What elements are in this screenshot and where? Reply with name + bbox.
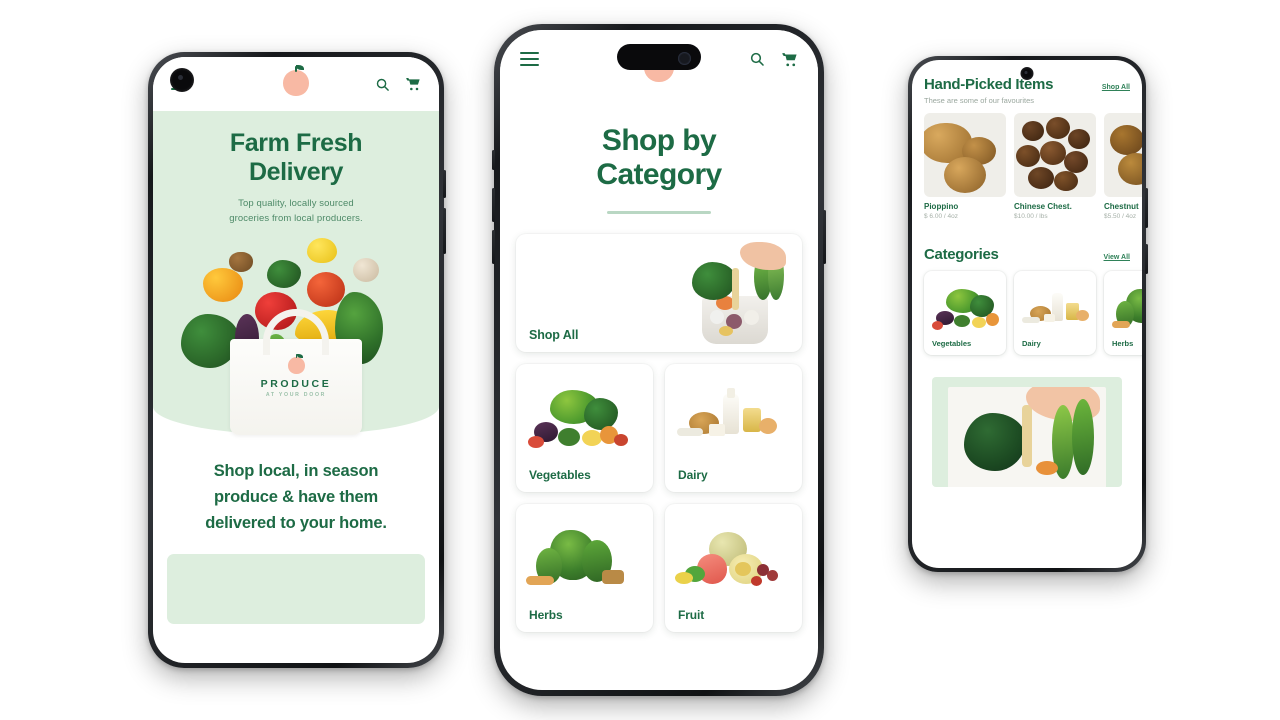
phone-3-bezel: Hand-Picked Items Shop All These are som…	[912, 60, 1142, 568]
peach-icon	[283, 65, 309, 96]
phone-1-power-button[interactable]	[443, 208, 446, 254]
category-card-dairy[interactable]: Dairy	[1014, 271, 1096, 355]
phone-1-bezel: Farm Fresh Delivery Top quality, locally…	[153, 57, 439, 663]
shopping-cart-icon[interactable]	[405, 76, 421, 92]
pomegranate-blob	[307, 272, 345, 308]
phone-1-volume-button[interactable]	[443, 170, 446, 198]
phone-1-hero: Farm Fresh Delivery Top quality, locally…	[153, 111, 439, 436]
category-card-vegetables[interactable]: Vegetables	[516, 364, 653, 493]
product-name: Chinese Chest.	[1014, 202, 1072, 211]
hero-subtitle: Top quality, locally sourced groceries f…	[229, 198, 363, 225]
herbs-thumbnail	[526, 530, 634, 596]
category-card-herbs[interactable]: Herbs	[1104, 271, 1142, 355]
product-price: $10.00 / lbs	[1014, 213, 1048, 220]
phone-3-volume-button[interactable]	[1145, 188, 1148, 228]
section-title: Hand-Picked Items	[924, 76, 1054, 93]
category-label: Herbs	[529, 608, 563, 623]
product-price: $5.50 / 4oz	[1104, 213, 1137, 220]
product-price: $ 6.00 / 4oz	[924, 213, 958, 220]
product-card[interactable]: Pioppino $ 6.00 / 4oz	[924, 113, 1006, 220]
phone-2-bezel: Shop by Category Shop All Vegetables Dai…	[500, 30, 818, 690]
cta-headline: Shop local, in season produce & have the…	[205, 462, 387, 532]
promo-image	[948, 387, 1106, 487]
phone-2-page-title: Shop by Category	[596, 124, 722, 192]
phone-1-appbar-actions	[375, 76, 421, 92]
phone-3-promo-banner[interactable]	[932, 377, 1122, 487]
brand-peach-logo[interactable]	[283, 65, 309, 96]
category-label: Dairy	[1022, 339, 1041, 348]
phone-2-dynamic-island	[617, 44, 701, 70]
product-name: Chestnut	[1104, 202, 1139, 211]
vegetables-thumbnail	[930, 289, 1002, 333]
phone-3-power-button[interactable]	[1145, 244, 1148, 274]
product-card[interactable]: Chestnut $5.50 / 4oz	[1104, 113, 1142, 220]
peach-icon	[287, 353, 305, 375]
hand-picked-subtitle: These are some of our favourites	[924, 96, 1035, 105]
hand-picked-products: Pioppino $ 6.00 / 4oz Chinese Chest. $10…	[924, 113, 1142, 220]
phone-2-power-button[interactable]	[823, 210, 826, 264]
hero-produce-image: PRODUCE AT YOUR DOOR	[167, 230, 425, 436]
phone-1-app-bar	[153, 57, 439, 111]
fruit-thumbnail	[673, 532, 785, 594]
hamburger-menu-icon[interactable]	[520, 52, 539, 66]
category-row-1: Vegetables Dairy	[516, 364, 802, 493]
broccoli-top-blob	[267, 260, 301, 289]
phone-2-volume-up-button[interactable]	[492, 188, 495, 222]
yellow-pepper-blob	[203, 268, 243, 303]
tote-bag: PRODUCE AT YOUR DOOR	[230, 309, 362, 436]
logo-wordmark: PRODUCE	[260, 378, 332, 391]
product-name: Pioppino	[924, 202, 959, 211]
phone-2-volume-down-button[interactable]	[492, 230, 495, 264]
logo-tagline: AT YOUR DOOR	[265, 392, 327, 399]
phone-1-screen: Farm Fresh Delivery Top quality, locally…	[153, 57, 439, 663]
category-label: Vegetables	[529, 468, 591, 483]
phone-3-screen: Hand-Picked Items Shop All These are som…	[912, 60, 1142, 568]
category-label: Shop All	[529, 328, 579, 343]
view-all-link[interactable]: View All	[1104, 254, 1130, 261]
dairy-thumbnail	[675, 388, 785, 454]
phone-1-front-camera	[170, 68, 194, 92]
category-label: Vegetables	[932, 339, 972, 348]
search-icon[interactable]	[749, 51, 765, 67]
phone-1-cta: Shop local, in season produce & have the…	[153, 435, 439, 536]
category-card-herbs[interactable]: Herbs	[516, 504, 653, 633]
herbs-thumbnail	[1112, 289, 1142, 333]
category-label: Dairy	[678, 468, 708, 483]
category-label: Fruit	[678, 608, 705, 623]
mockup-canvas: Farm Fresh Delivery Top quality, locally…	[0, 0, 1280, 720]
product-image	[1014, 113, 1096, 197]
section-title: Categories	[924, 246, 999, 263]
phone-mockup-3: Hand-Picked Items Shop All These are som…	[908, 56, 1148, 572]
product-image	[1104, 113, 1142, 197]
category-row-2: Herbs Fruit	[516, 504, 802, 633]
lemon-blob	[307, 238, 337, 264]
product-card[interactable]: Chinese Chest. $10.00 / lbs	[1014, 113, 1096, 220]
phone-2-appbar-actions	[749, 51, 798, 68]
hero-title: Farm Fresh Delivery	[229, 129, 363, 186]
phone-1-promo-panel[interactable]	[167, 554, 425, 625]
garlic-blob	[353, 258, 379, 283]
dairy-thumbnail	[1022, 293, 1092, 333]
shopping-cart-icon[interactable]	[781, 51, 798, 68]
phone-mockup-1: Farm Fresh Delivery Top quality, locally…	[148, 52, 446, 668]
phone-3-category-cards: Vegetables Dairy Herbs	[924, 271, 1142, 355]
phone-2-mute-switch[interactable]	[492, 150, 495, 170]
basket-thumbnail	[674, 238, 796, 346]
vegetables-thumbnail	[524, 390, 634, 456]
category-card-fruit[interactable]: Fruit	[665, 504, 802, 633]
category-card-dairy[interactable]: Dairy	[665, 364, 802, 493]
phone-3-front-camera	[1020, 67, 1034, 80]
category-card-shop-all[interactable]: Shop All	[516, 234, 802, 353]
phone-2-screen: Shop by Category Shop All Vegetables Dai…	[500, 30, 818, 690]
category-grid: Shop All Vegetables Dairy Herbs Fruit	[500, 214, 818, 633]
shop-all-link[interactable]: Shop All	[1102, 84, 1130, 91]
search-icon[interactable]	[375, 77, 390, 92]
phone-mockup-2: Shop by Category Shop All Vegetables Dai…	[492, 24, 826, 696]
tote-logo: PRODUCE AT YOUR DOOR	[230, 353, 362, 399]
category-label: Herbs	[1112, 339, 1134, 348]
phone-3-content: Hand-Picked Items Shop All These are som…	[912, 60, 1142, 487]
category-card-vegetables[interactable]: Vegetables	[924, 271, 1006, 355]
categories-header: Categories View All	[924, 246, 1130, 263]
product-image	[924, 113, 1006, 197]
